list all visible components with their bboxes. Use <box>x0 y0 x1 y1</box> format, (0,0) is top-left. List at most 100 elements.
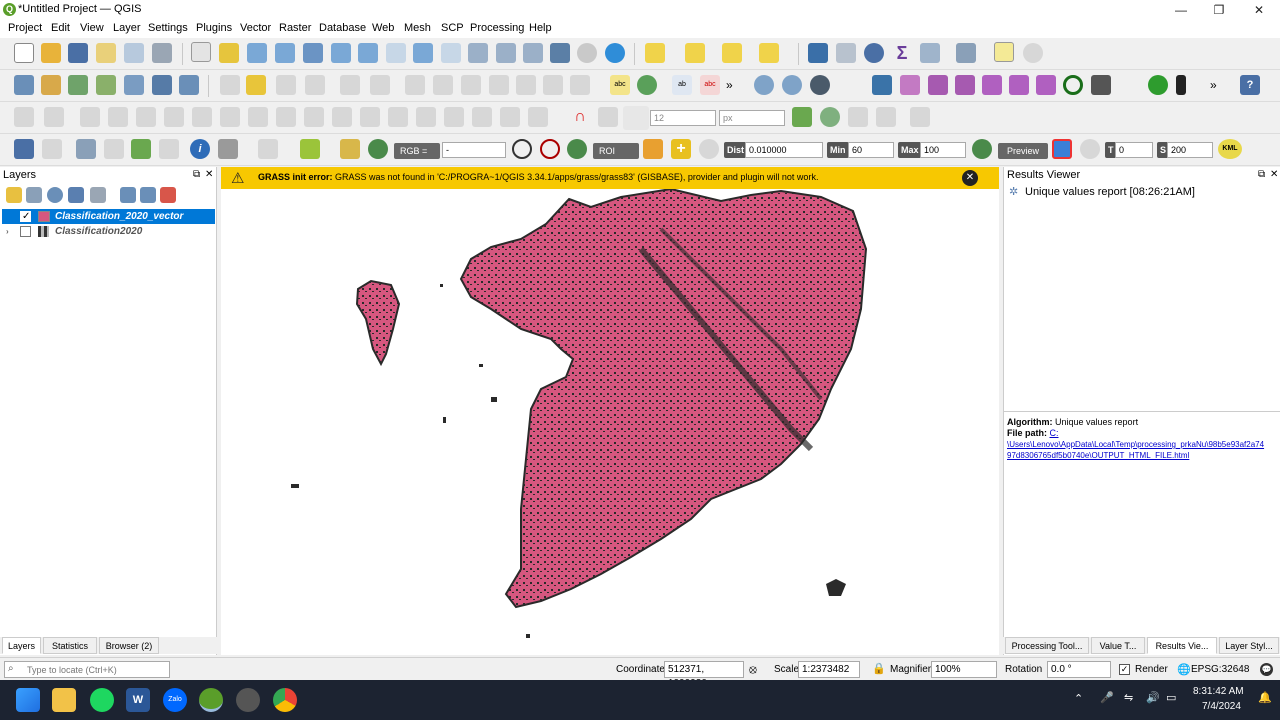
lock-icon[interactable]: 🔒 <box>872 662 886 675</box>
digitize-16-icon[interactable] <box>444 107 464 127</box>
map-canvas[interactable]: ⚠ GRASS init error: GRASS was not found … <box>221 167 999 655</box>
open-field-calculator-icon[interactable] <box>920 43 940 63</box>
word-icon[interactable]: W <box>126 688 150 712</box>
magnifier-field[interactable]: 100% <box>931 661 997 678</box>
new-geopackage-icon[interactable] <box>41 75 61 95</box>
scp-zoom-icon[interactable] <box>42 139 62 159</box>
redo-icon[interactable] <box>570 75 590 95</box>
result-entry[interactable]: ✲ Unique values report [08:26:21AM] <box>1006 185 1278 201</box>
add-feature-icon[interactable] <box>305 75 325 95</box>
menu-scp[interactable]: SCP <box>441 22 464 34</box>
digitize-3-icon[interactable] <box>80 107 100 127</box>
locator-search-input[interactable]: ⌕ Type to locate (Ctrl+K) <box>4 661 170 678</box>
zoom-last-icon[interactable] <box>413 43 433 63</box>
speaker-icon[interactable]: 🔊 <box>1146 691 1160 704</box>
tracing-icon[interactable] <box>820 107 840 127</box>
coordinate-field[interactable]: 512371, 1090930 <box>664 661 744 689</box>
scp-zoom-to-roi-icon[interactable] <box>567 139 587 159</box>
show-bookmarks-icon[interactable] <box>550 43 570 63</box>
print-layout-icon[interactable] <box>124 43 144 63</box>
new-spatialite-icon[interactable] <box>96 75 116 95</box>
filter-expression-icon[interactable] <box>90 187 106 203</box>
save-project-icon[interactable] <box>68 43 88 63</box>
temporal-controller-icon[interactable] <box>577 43 597 63</box>
new-map-view-icon[interactable] <box>468 43 488 63</box>
qgis-taskbar-icon[interactable] <box>199 688 223 712</box>
tab-statistics[interactable]: Statistics <box>43 637 97 654</box>
manage-visibility-icon[interactable] <box>47 187 63 203</box>
network-icon[interactable]: ⇋ <box>1124 691 1133 704</box>
dist-input[interactable]: 0.010000 <box>745 142 823 158</box>
zoom-selection-icon[interactable] <box>331 43 351 63</box>
menu-edit[interactable]: Edit <box>51 22 70 34</box>
notifications-icon[interactable]: 🔔 <box>1258 691 1272 704</box>
settings-disabled-icon[interactable] <box>1023 43 1043 63</box>
battery-icon[interactable]: ▭ <box>1166 691 1176 704</box>
zoom-out-icon[interactable] <box>275 43 295 63</box>
statistics-sigma-icon[interactable]: Σ <box>892 43 912 63</box>
font-unit-select[interactable]: px <box>719 110 785 126</box>
menu-help[interactable]: Help <box>529 22 552 34</box>
clock-date[interactable]: 7/4/2024 <box>1202 701 1241 712</box>
font-size-input[interactable]: 12 <box>650 110 716 126</box>
digitize-6-icon[interactable] <box>164 107 184 127</box>
snapping-magnet-icon[interactable]: ∩ <box>570 107 590 127</box>
more-icon[interactable]: » <box>1210 75 1230 95</box>
scp-multi-roi-icon[interactable] <box>643 139 663 159</box>
s-input[interactable]: 200 <box>1167 142 1213 158</box>
scp-raster-icon[interactable] <box>76 139 96 159</box>
data-source-manager-icon[interactable] <box>14 75 34 95</box>
toggle-editing-icon[interactable] <box>246 75 266 95</box>
digitize-7-icon[interactable] <box>192 107 212 127</box>
maximize-button[interactable]: ❐ <box>1206 2 1232 18</box>
scp-roi-tool-1-icon[interactable] <box>512 139 532 159</box>
scp-home-icon[interactable] <box>14 139 34 159</box>
scp-pen-icon[interactable] <box>300 139 320 159</box>
digitize-17-icon[interactable] <box>472 107 492 127</box>
split-icon[interactable] <box>848 107 868 127</box>
menu-database[interactable]: Database <box>319 22 366 34</box>
new-shapefile-icon[interactable] <box>68 75 88 95</box>
info-icon[interactable]: i <box>190 139 210 159</box>
snapping-type-icon[interactable] <box>598 107 618 127</box>
zoom-next-icon[interactable] <box>441 43 461 63</box>
dismiss-banner-icon[interactable]: ✕ <box>962 170 978 186</box>
t-input[interactable]: 0 <box>1115 142 1153 158</box>
rotate-label-icon[interactable]: abc <box>700 75 720 95</box>
scp-tool-6-icon[interactable] <box>1036 75 1056 95</box>
pointer-icon[interactable] <box>258 139 278 159</box>
new-project-icon[interactable] <box>14 43 34 63</box>
open-project-icon[interactable] <box>41 43 61 63</box>
processing-toolbox-icon[interactable] <box>864 43 884 63</box>
scp-zoom-roi-icon[interactable] <box>368 139 388 159</box>
attribute-table-icon[interactable] <box>836 43 856 63</box>
scp-preview-zoom-icon[interactable] <box>972 139 992 159</box>
render-checkbox[interactable]: ✓ <box>1119 664 1130 675</box>
bookmark-icon[interactable] <box>523 43 543 63</box>
save-as-icon[interactable] <box>96 43 116 63</box>
menu-web[interactable]: Web <box>372 22 394 34</box>
minimize-button[interactable]: — <box>1168 2 1194 18</box>
new-3d-view-icon[interactable] <box>496 43 516 63</box>
close-panel-icon[interactable]: ✕ <box>205 169 213 180</box>
paste-icon[interactable] <box>516 75 536 95</box>
magnify-search-icon[interactable] <box>1063 75 1083 95</box>
tray-expand-icon[interactable]: ⌃ <box>1074 692 1083 705</box>
tab-results-viewer[interactable]: Results Vie... <box>1147 637 1217 654</box>
save-edits-icon[interactable] <box>276 75 296 95</box>
vertex-tool-icon[interactable] <box>340 75 360 95</box>
digitize-5-icon[interactable] <box>136 107 156 127</box>
paste-features-icon[interactable] <box>489 75 509 95</box>
edits-icon[interactable] <box>220 75 240 95</box>
pan-map-icon[interactable] <box>191 42 211 62</box>
obs-icon[interactable] <box>236 688 260 712</box>
scp-cursor-icon[interactable] <box>159 139 179 159</box>
zoom-full-icon[interactable] <box>303 43 323 63</box>
undock-icon[interactable]: ⧉ <box>193 169 200 180</box>
layer-row-raster[interactable]: › Classification2020 <box>2 224 215 239</box>
remove-layer-icon[interactable] <box>160 187 176 203</box>
more-icon[interactable]: » <box>726 75 746 95</box>
pan-to-selection-icon[interactable] <box>219 43 239 63</box>
metasearch-icon[interactable] <box>754 75 774 95</box>
collapse-all-icon[interactable] <box>140 187 156 203</box>
